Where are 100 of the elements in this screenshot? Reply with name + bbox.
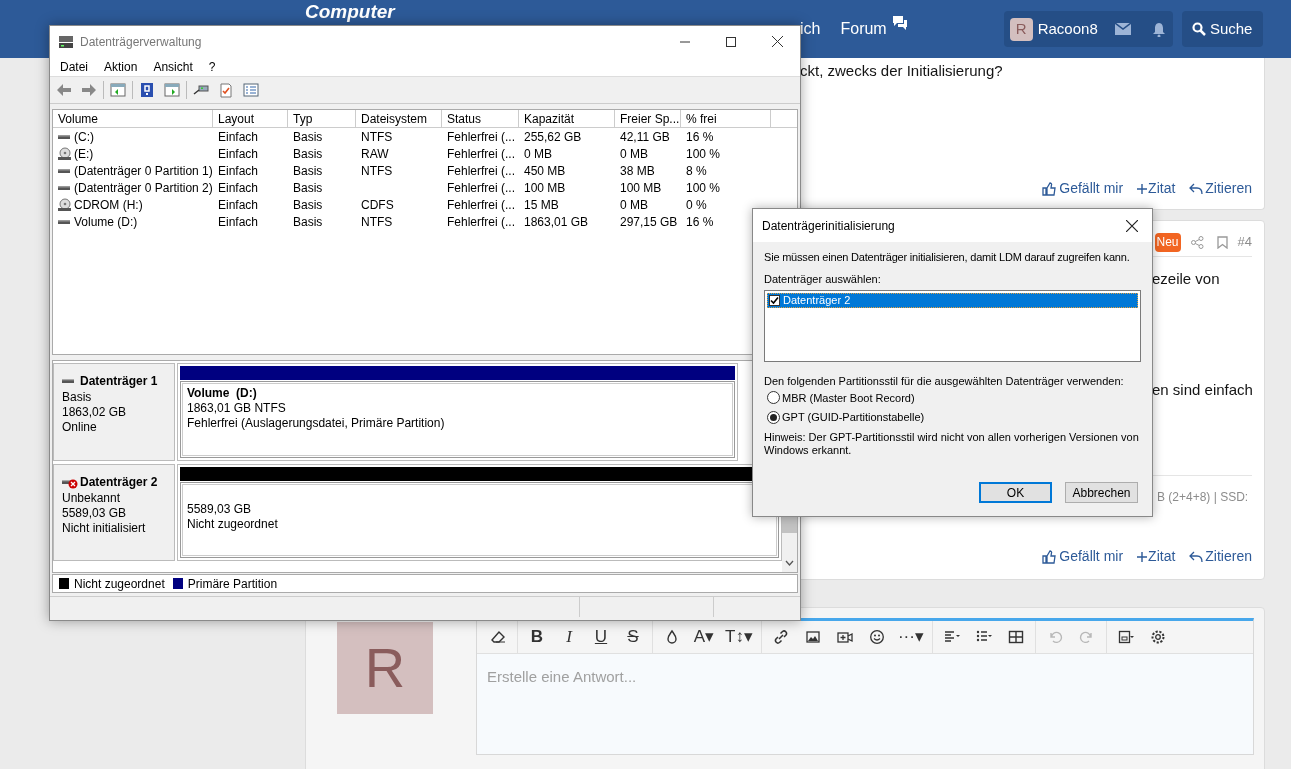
- username-link[interactable]: Racoon8: [1037, 17, 1098, 41]
- post-text: ckt, zwecks der Initialisierung?: [800, 61, 1004, 81]
- reply-arrow-icon: [1189, 550, 1204, 563]
- menu-item[interactable]: Datei: [60, 57, 88, 76]
- table-cell: Einfach: [218, 214, 259, 229]
- quote-link[interactable]: Zitat: [1137, 178, 1176, 199]
- disk-info-text: Unbekannt: [62, 491, 122, 506]
- quote-link[interactable]: Zitat: [1137, 546, 1176, 567]
- dialog-button[interactable]: OK: [979, 482, 1052, 503]
- format-button[interactable]: B: [522, 623, 552, 651]
- table-cell: 8 %: [686, 163, 707, 178]
- table-cell: 38 MB: [620, 163, 655, 178]
- image-icon: [804, 629, 821, 645]
- table-cell: Einfach: [218, 129, 259, 144]
- table-cell: Einfach: [218, 180, 259, 195]
- link-icon: [772, 629, 789, 645]
- site-logo[interactable]: Computer: [305, 1, 402, 23]
- mail-icon[interactable]: [1114, 23, 1131, 35]
- table-cell: CDFS: [361, 197, 394, 212]
- table-cell: RAW: [361, 146, 389, 161]
- search-icon: [1191, 22, 1206, 36]
- bookmark-icon[interactable]: [1216, 235, 1228, 249]
- column-header[interactable]: Dateisystem: [356, 110, 442, 128]
- align-left-icon: [943, 629, 960, 645]
- table-cell: Basis: [293, 129, 323, 144]
- table-cell: Basis: [293, 214, 323, 229]
- menu-item[interactable]: ?: [208, 57, 216, 76]
- disk-list[interactable]: Datenträger 2: [764, 290, 1141, 362]
- reply-arrow-icon: [1189, 182, 1204, 195]
- table-cell: 1863,01 GB: [524, 214, 589, 229]
- disk-name: Datenträger 2: [80, 474, 158, 491]
- save-icon: [1117, 629, 1134, 645]
- list-item[interactable]: Datenträger 2: [767, 293, 1138, 308]
- nav-link[interactable]: Forum: [840, 17, 887, 41]
- radio-button[interactable]: [767, 391, 780, 405]
- disk-label-panel[interactable]: Datenträger 1 Basis 1863,02 GB Online: [53, 363, 175, 461]
- partition-info-text: 1863,01 GB NTFS: [187, 401, 287, 416]
- radio-button[interactable]: [767, 410, 780, 424]
- column-header[interactable]: Kapazität: [519, 110, 615, 128]
- close-icon: [1126, 219, 1138, 232]
- column-header[interactable]: Freier Sp...: [615, 110, 681, 128]
- back-arrow-icon: [56, 82, 72, 98]
- table-cell: NTFS: [361, 163, 393, 178]
- disk-label-panel[interactable]: Datenträger 2 Unbekannt 5589,03 GB Nicht initialisiert: [53, 464, 175, 561]
- search-button[interactable]: Suche: [1181, 11, 1263, 47]
- like-link[interactable]: Gefällt mir: [1042, 546, 1124, 567]
- disk-name: Datenträger 1: [80, 373, 158, 390]
- nav-link[interactable]: ich: [800, 17, 821, 41]
- partition-block[interactable]: Volume (D:) 1863,01 GB NTFS Fehlerfrei (Auslagerungsdatei, Primäre Partition): [177, 363, 738, 461]
- legend-label: Nicht zugeordnet: [74, 575, 165, 593]
- bell-icon[interactable]: [1151, 21, 1166, 37]
- column-header[interactable]: Volume: [53, 110, 213, 128]
- table-cell: 450 MB: [524, 163, 566, 178]
- column-header[interactable]: Typ: [288, 110, 356, 128]
- table-cell: Basis: [293, 163, 323, 178]
- table-cell: 0 %: [686, 197, 707, 212]
- table-cell: 0 MB: [524, 146, 552, 161]
- dialog-button[interactable]: Abbrechen: [1065, 482, 1138, 503]
- thumbs-up-icon: [1042, 181, 1057, 196]
- plus-icon: [1137, 551, 1148, 562]
- column-header[interactable]: Layout: [213, 110, 288, 128]
- table-cell: Fehlerfrei (...: [447, 129, 515, 144]
- disk-info-text: 5589,03 GB: [62, 506, 128, 521]
- format-button[interactable]: T↕▾: [721, 623, 757, 651]
- properties-icon: [243, 82, 259, 98]
- table-cell-text: (E:): [74, 145, 94, 163]
- format-button[interactable]: A▾: [689, 623, 719, 651]
- table-cell-text: (C:): [74, 128, 94, 146]
- droplet-icon: [664, 629, 680, 645]
- table-cell: Basis: [293, 180, 323, 195]
- checkbox[interactable]: [769, 295, 780, 306]
- maximize-icon: [726, 36, 736, 47]
- hint-text: Hinweis: Der GPT-Partitionsstil wird nicht von allen vorherigen Versionen von Windows erkannt.: [764, 430, 1140, 457]
- reply-link[interactable]: Zitieren: [1189, 178, 1252, 199]
- column-header[interactable]: Status: [442, 110, 519, 128]
- table-cell: 16 %: [686, 129, 714, 144]
- partition-info-text: Nicht zugeordnet: [187, 517, 279, 532]
- checklist-icon: [218, 82, 234, 98]
- format-button[interactable]: I: [554, 623, 584, 651]
- format-button[interactable]: S: [618, 623, 648, 651]
- menu-item[interactable]: Ansicht: [153, 57, 193, 76]
- table-cell: Fehlerfrei (...: [447, 163, 515, 178]
- table-cell: 255,62 GB: [524, 129, 582, 144]
- reply-link[interactable]: Zitieren: [1189, 546, 1252, 567]
- smiley-icon: [868, 629, 885, 645]
- partition-block[interactable]: 5589,03 GB Nicht zugeordnet: [177, 464, 782, 561]
- format-button[interactable]: U: [586, 623, 616, 651]
- close-icon: [771, 36, 783, 47]
- like-link[interactable]: Gefällt mir: [1042, 178, 1124, 199]
- disk-info-text: Online: [62, 420, 98, 435]
- menu-item[interactable]: Aktion: [104, 57, 138, 76]
- format-button[interactable]: ···▾: [893, 623, 928, 651]
- redo-icon: [1078, 629, 1095, 645]
- table-cell: Basis: [293, 197, 323, 212]
- column-header[interactable]: % frei: [681, 110, 771, 128]
- table-cell: 297,15 GB: [620, 214, 678, 229]
- dialog-title: Datenträgerinitialisierung: [762, 217, 895, 235]
- post-text: en sind einfach: [1152, 379, 1254, 400]
- table-cell: 100 MB: [620, 180, 662, 195]
- thumbs-up-icon: [1042, 549, 1057, 564]
